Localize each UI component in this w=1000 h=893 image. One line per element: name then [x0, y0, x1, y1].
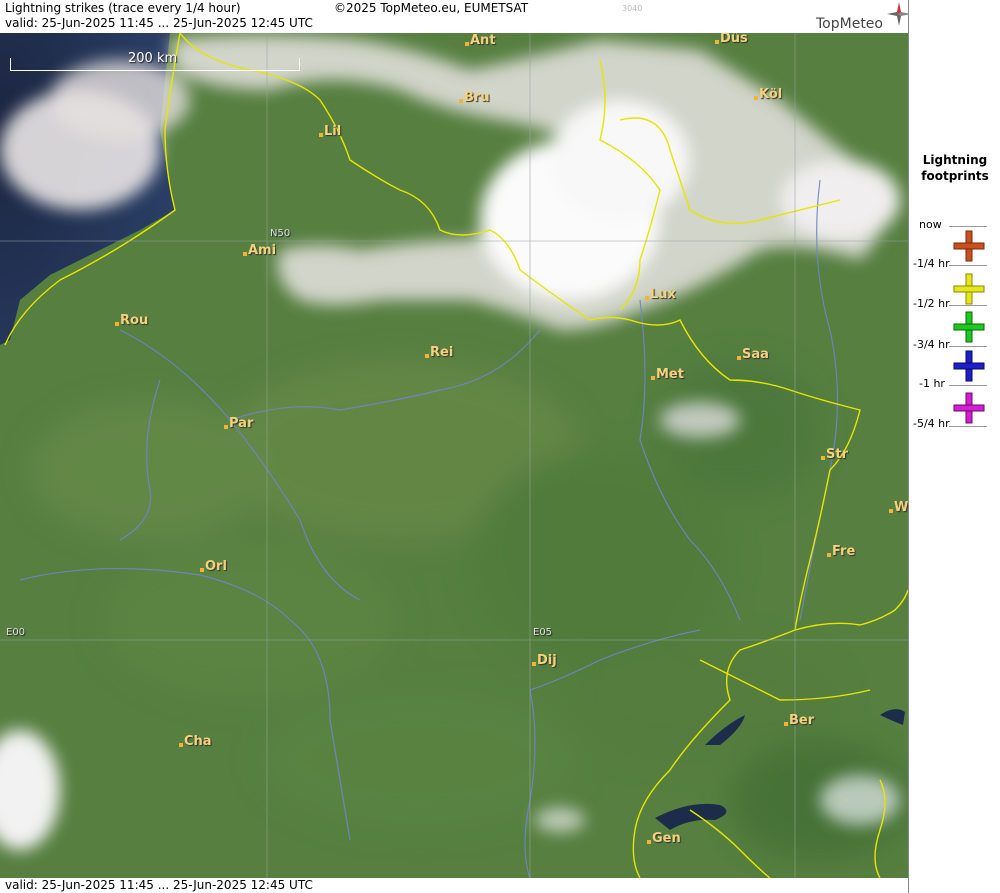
footer-bar: valid: 25-Jun-2025 11:45 ... 25-Jun-2025… [0, 878, 908, 893]
product-code: 3040 [622, 4, 643, 13]
legend-line [949, 385, 987, 386]
city-reims[interactable]: Rei [425, 345, 453, 360]
legend-line [949, 226, 987, 227]
legend-line [949, 426, 987, 427]
legend-line [949, 265, 987, 266]
city-metz[interactable]: Met [651, 367, 684, 382]
legend-title-line1: Lightning [922, 153, 988, 167]
header-bar: Lightning strikes (trace every 1/4 hour)… [0, 0, 911, 33]
city-brussels[interactable]: Bru [459, 90, 490, 105]
city-amiens[interactable]: Ami [243, 243, 276, 258]
city-geneva[interactable]: Gen [647, 831, 681, 846]
topmeteo-logo: TopMeteo [816, 16, 883, 32]
map-title: Lightning strikes (trace every 1/4 hour) [5, 1, 241, 15]
lightning-cross-icon-threequarter [953, 311, 985, 343]
legend-title-line2: footprints [921, 169, 989, 183]
legend-panel: Lightning footprints now -1/4 hr -1/2 hr… [908, 0, 1000, 893]
city-koln[interactable]: Köl [754, 87, 782, 102]
satellite-map[interactable]: 200 km N50 E00 E05 Ant Düs Bru Köl Lil A… [0, 33, 908, 878]
lon-label-e05: E05 [533, 627, 553, 638]
legend-label-fivequarter: -5/4 hr [913, 417, 950, 430]
city-orleans[interactable]: Orl [200, 559, 227, 574]
city-dijon[interactable]: Dij [532, 653, 557, 668]
city-freiburg[interactable]: Fre [827, 544, 855, 559]
lon-label-e00: E00 [6, 627, 26, 638]
legend-line [949, 346, 987, 347]
valid-time-top: valid: 25-Jun-2025 11:45 ... 25-Jun-2025… [5, 16, 313, 30]
legend-label-hour: -1 hr [919, 377, 945, 390]
legend-label-now: now [919, 218, 942, 231]
copyright: ©2025 TopMeteo.eu, EUMETSAT [334, 1, 529, 15]
city-saarbrucken[interactable]: Saa [737, 347, 769, 362]
city-luxembourg[interactable]: Lux [645, 287, 676, 302]
city-antwerp[interactable]: Ant [465, 33, 496, 48]
map-canvas [0, 33, 908, 878]
city-lille[interactable]: Lil [319, 124, 341, 139]
city-rouen[interactable]: Rou [115, 313, 148, 328]
city-bern[interactable]: Ber [784, 713, 814, 728]
city-strasbourg[interactable]: Str [821, 447, 848, 462]
city-w[interactable]: W [889, 500, 908, 515]
legend-label-threequarter: -3/4 hr [913, 338, 950, 351]
lightning-cross-icon-quarter [953, 230, 985, 262]
legend-title: Lightning footprints [909, 152, 1000, 184]
legend-label-half: -1/2 hr [913, 297, 950, 310]
city-dusseldorf[interactable]: Düs [715, 33, 748, 46]
valid-time-bottom: valid: 25-Jun-2025 11:45 ... 25-Jun-2025… [5, 878, 313, 892]
legend-label-quarter: -1/4 hr [913, 257, 950, 270]
lat-label-n50: N50 [270, 228, 291, 239]
legend-line [949, 305, 987, 306]
lightning-cross-icon-fivequarter [953, 392, 985, 424]
lightning-cross-icon-hour [953, 350, 985, 382]
city-chateauroux[interactable]: Cha [179, 734, 212, 749]
city-paris[interactable]: Par [224, 416, 253, 431]
scale-label: 200 km [128, 51, 178, 66]
lightning-cross-icon-half [953, 273, 985, 305]
